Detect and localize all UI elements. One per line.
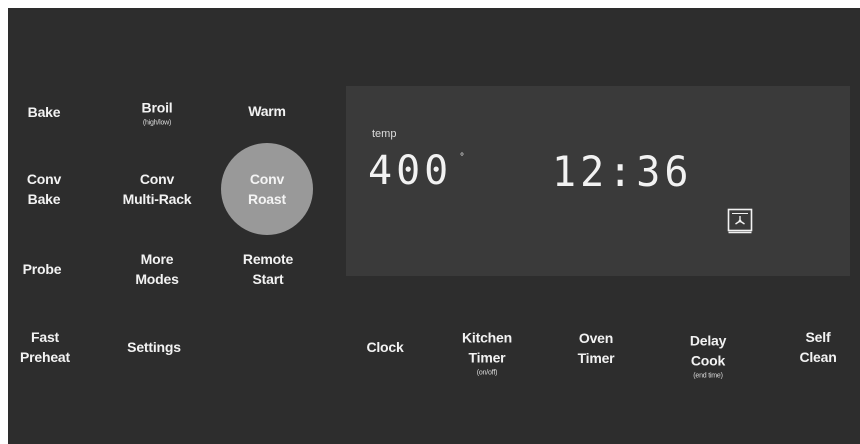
remote-start-button[interactable]: Remote Start — [243, 249, 293, 289]
conv-multi-rack-button[interactable]: Conv Multi-Rack — [123, 169, 192, 209]
fast-preheat-button[interactable]: Fast Preheat — [20, 327, 70, 367]
bake-label: Bake — [27, 104, 61, 120]
remote-start-line2: Start — [252, 271, 284, 287]
conv-multi-rack-line2: Multi-Rack — [122, 191, 192, 207]
convection-fan-icon — [727, 208, 753, 234]
clock-button[interactable]: Clock — [366, 337, 403, 357]
kitchen-timer-line1: Kitchen — [462, 329, 512, 346]
temperature-readout: 400 ° — [368, 148, 464, 194]
self-clean-button[interactable]: Self Clean — [799, 327, 836, 367]
settings-button[interactable]: Settings — [127, 337, 181, 357]
delay-cook-line1: Delay — [689, 332, 727, 349]
conv-roast-line1: Conv — [249, 171, 285, 187]
oven-timer-line1: Oven — [578, 330, 614, 346]
self-clean-line2: Clean — [799, 349, 837, 365]
clock-label: Clock — [366, 339, 404, 355]
broil-sublabel: (high/low) — [142, 119, 172, 127]
warm-label: Warm — [248, 103, 286, 119]
clock-time: 12:36 — [552, 148, 693, 197]
conv-roast-button[interactable]: Conv Roast — [221, 143, 313, 235]
oven-display: temp 400 ° 12:36 — [346, 86, 850, 276]
conv-bake-button[interactable]: Conv Bake — [27, 169, 61, 209]
delay-cook-button[interactable]: Delay Cook (end time) — [689, 331, 727, 382]
more-modes-line2: Modes — [135, 271, 179, 287]
kitchen-timer-button[interactable]: Kitchen Timer (on/off) — [462, 328, 512, 379]
oven-timer-line2: Timer — [577, 350, 615, 366]
probe-label: Probe — [22, 261, 62, 277]
oven-control-panel: Bake Conv Bake Probe Fast Preheat Broil … — [8, 8, 860, 444]
self-clean-line1: Self — [805, 329, 831, 345]
degree-symbol: ° — [460, 152, 464, 163]
settings-label: Settings — [127, 339, 181, 355]
oven-timer-button[interactable]: Oven Timer — [578, 328, 615, 368]
bake-button[interactable]: Bake — [28, 102, 61, 122]
temperature-value: 400 — [368, 148, 453, 194]
kitchen-timer-line2: Timer — [468, 349, 506, 366]
fast-preheat-line1: Fast — [31, 329, 59, 345]
temp-label: temp — [372, 128, 397, 140]
broil-label: Broil — [141, 99, 173, 116]
probe-button[interactable]: Probe — [23, 259, 62, 279]
conv-bake-line1: Conv — [26, 171, 62, 187]
conv-bake-line2: Bake — [27, 191, 61, 207]
kitchen-timer-sublabel: (on/off) — [476, 369, 498, 377]
fast-preheat-line2: Preheat — [20, 349, 70, 365]
broil-button[interactable]: Broil (high/low) — [142, 98, 173, 129]
remote-start-line1: Remote — [242, 251, 294, 267]
conv-multi-rack-line1: Conv — [139, 171, 175, 187]
conv-roast-line2: Roast — [248, 191, 286, 207]
more-modes-line1: More — [140, 251, 174, 267]
more-modes-button[interactable]: More Modes — [135, 249, 179, 289]
delay-cook-line2: Cook — [690, 352, 726, 369]
delay-cook-sublabel: (end time) — [693, 372, 723, 380]
warm-button[interactable]: Warm — [248, 101, 286, 121]
